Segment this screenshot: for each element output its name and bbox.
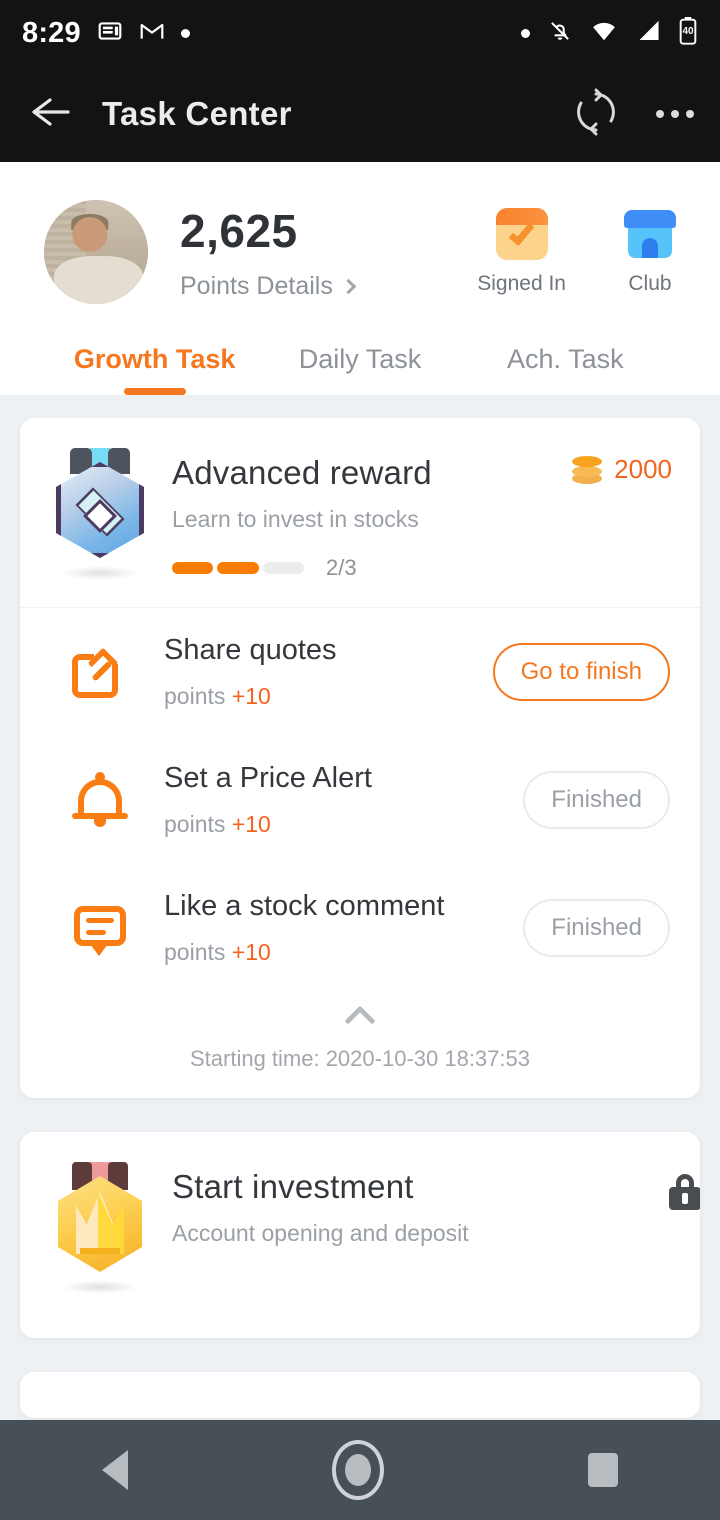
profile-actions: Signed In Club [477,200,676,296]
task-title: Share quotes [164,634,337,666]
back-arrow-icon[interactable] [26,92,74,137]
status-bar: 8:29 40 [0,0,720,66]
card-header: Advanced reward Learn to invest in stock… [20,418,700,607]
status-bar-left: 8:29 [22,17,190,50]
task-points-value: +10 [231,811,271,837]
progress-bar [172,562,304,574]
page-title: Task Center [102,95,292,132]
active-tab-indicator [123,388,186,395]
task-title: Like a stock comment [164,890,445,922]
share-icon [72,644,128,700]
gem-badge-icon [54,448,146,560]
signed-in-label: Signed In [477,272,566,295]
signal-icon [635,18,661,49]
tab-growth-task[interactable]: Growth Task [52,324,257,395]
task-rows: Share quotes points +10 Go to finish Set… [20,607,700,992]
club-icon [624,208,676,260]
task-points-label: points [164,939,226,965]
chevron-right-icon [340,278,357,295]
card-title: Start investment [172,1168,414,1205]
points-details-label: Points Details [180,272,333,300]
task-points: points +10 [164,939,523,966]
card-reward: 2000 [572,454,672,485]
task-points: points +10 [164,683,493,710]
task-title: Set a Price Alert [164,762,372,794]
coin-icon [572,455,603,484]
battery-level: 40 [682,25,694,37]
refresh-icon[interactable] [572,88,620,141]
status-bar-right: 40 [521,16,698,50]
task-icon-wrapper [46,644,154,700]
avatar[interactable] [44,200,148,304]
finished-button[interactable]: Finished [523,899,670,957]
tab-ach-task[interactable]: Ach. Task [463,324,668,395]
points-details-link[interactable]: Points Details [180,272,357,301]
task-row[interactable]: Like a stock comment points +10 Finished [20,864,700,992]
tab-daily-task-label: Daily Task [298,344,422,374]
badge-wrapper [46,1162,154,1294]
news-icon [97,18,123,49]
task-points: points +10 [164,811,523,838]
club-action[interactable]: Club [624,208,676,296]
task-row[interactable]: Share quotes points +10 Go to finish [20,608,700,736]
task-card-start-investment[interactable]: Start investment Account opening and dep… [20,1132,700,1338]
go-to-finish-button[interactable]: Go to finish [492,643,670,701]
card-text: Start investment Account opening and dep… [172,1162,674,1247]
chevron-up-icon[interactable] [344,1005,376,1037]
progress-count: 2/3 [326,555,357,580]
status-bar-clock: 8:29 [22,16,81,49]
dot-icon [521,28,530,38]
card-subtitle: Learn to invest in stocks [172,506,419,532]
task-row[interactable]: Set a Price Alert points +10 Finished [20,736,700,864]
task-points-value: +10 [231,683,271,709]
club-label: Club [628,272,672,295]
home-nav-icon[interactable] [332,1440,384,1500]
starting-time-text: Starting time: 2020-10-30 18:37:53 [189,1046,530,1071]
signed-in-action[interactable]: Signed In [477,208,566,296]
reward-value: 2000 [614,454,672,484]
badge-wrapper [46,448,154,580]
task-icon-wrapper [46,771,154,829]
tab-daily-task[interactable]: Daily Task [257,324,462,395]
finished-button[interactable]: Finished [523,771,670,829]
task-card-advanced-reward[interactable]: Advanced reward Learn to invest in stock… [20,418,700,1098]
card-header: Start investment Account opening and dep… [20,1132,700,1338]
task-text: Set a Price Alert points +10 [164,762,523,838]
more-options-icon[interactable] [656,110,694,118]
task-icon-wrapper [46,900,154,956]
task-points-label: points [164,811,226,837]
tab-growth-task-label: Growth Task [73,344,236,374]
tab-ach-task-label: Ach. Task [507,344,624,374]
profile-section: 2,625 Points Details Signed In Club [0,162,720,324]
signed-in-icon [495,208,548,260]
card-footer: Starting time: 2020-10-30 18:37:53 [20,992,700,1098]
android-nav-bar [0,1420,720,1520]
recents-nav-icon[interactable] [588,1453,618,1487]
task-text: Like a stock comment points +10 [164,890,523,966]
points-value: 2,625 [180,205,298,257]
notifications-off-icon [547,18,573,49]
task-points-value: +10 [231,939,271,965]
dot-icon [180,28,190,38]
battery-icon: 40 [678,16,698,50]
badge-shadow [62,566,138,580]
task-list[interactable]: Advanced reward Learn to invest in stock… [0,396,720,1418]
task-card-partial[interactable] [20,1372,700,1418]
app-bar: Task Center [0,66,720,162]
task-center-screen: 8:29 40 Task Center 2,625 Points Details… [0,0,720,1520]
task-tabs: Growth Task Daily Task Ach. Task [0,324,720,396]
wifi-icon [590,18,618,49]
crown-badge-icon [54,1162,146,1274]
back-nav-icon[interactable] [102,1450,128,1490]
badge-shadow [62,1280,138,1294]
points-block: 2,625 Points Details [180,200,357,301]
task-points-label: points [164,683,226,709]
app-bar-actions [572,88,694,141]
progress-row: 2/3 [172,555,674,581]
comment-icon [72,900,128,956]
bell-icon [72,771,128,829]
gmail-icon [139,18,165,49]
task-text: Share quotes points +10 [164,634,493,710]
card-subtitle: Account opening and deposit [172,1220,469,1246]
